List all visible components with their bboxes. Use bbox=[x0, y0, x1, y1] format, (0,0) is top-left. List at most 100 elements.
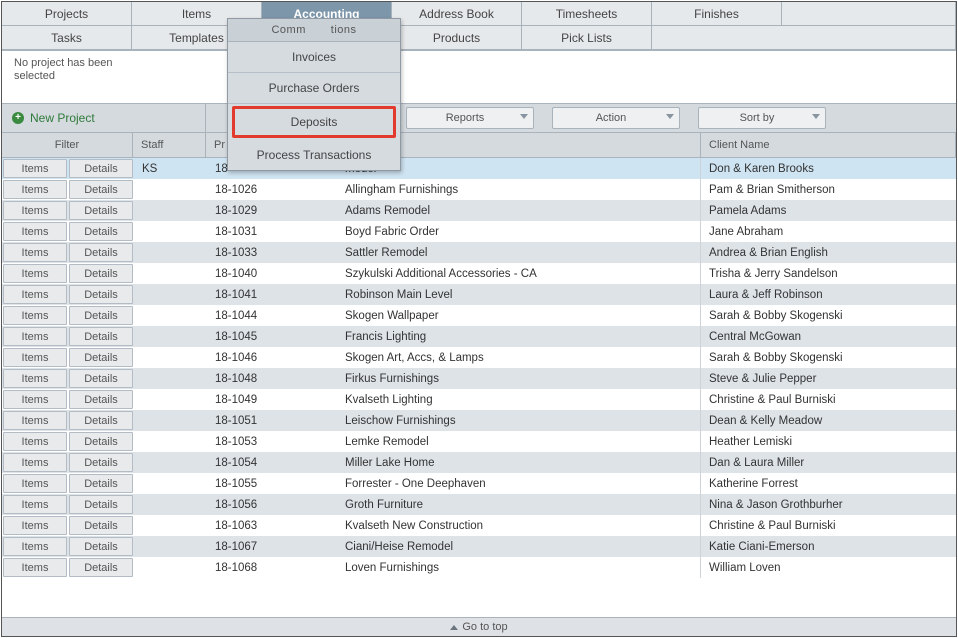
items-button[interactable]: Items bbox=[3, 285, 67, 304]
items-button[interactable]: Items bbox=[3, 306, 67, 325]
table-row[interactable]: ItemsDetails18-1048Firkus FurnishingsSte… bbox=[2, 368, 956, 389]
project-name-cell: Francis Lighting bbox=[337, 326, 701, 347]
project-number-cell: 18-1056 bbox=[207, 494, 337, 515]
filter-header[interactable]: Filter bbox=[2, 133, 133, 157]
staff-cell bbox=[134, 368, 207, 389]
tab-tasks[interactable]: Tasks bbox=[2, 26, 132, 50]
details-button[interactable]: Details bbox=[69, 558, 133, 577]
toolbar: + New Project Reports Action Sort by bbox=[2, 104, 956, 133]
details-button[interactable]: Details bbox=[69, 159, 133, 178]
details-button[interactable]: Details bbox=[69, 495, 133, 514]
table-row[interactable]: ItemsDetails18-1067Ciani/Heise RemodelKa… bbox=[2, 536, 956, 557]
table-row[interactable]: ItemsDetails18-1046Skogen Art, Accs, & L… bbox=[2, 347, 956, 368]
details-button[interactable]: Details bbox=[69, 369, 133, 388]
details-button[interactable]: Details bbox=[69, 264, 133, 283]
client-name-cell: Christine & Paul Burniski bbox=[701, 389, 956, 410]
table-row[interactable]: ItemsDetails18-1026Allingham Furnishings… bbox=[2, 179, 956, 200]
table-row[interactable]: ItemsDetails18-1040Szykulski Additional … bbox=[2, 263, 956, 284]
project-name-cell: Miller Lake Home bbox=[337, 452, 701, 473]
details-button[interactable]: Details bbox=[69, 285, 133, 304]
tab-projects[interactable]: Projects bbox=[2, 2, 132, 26]
tab-address-book[interactable]: Address Book bbox=[392, 2, 522, 26]
table-row[interactable]: ItemsDetails18-1056Groth FurnitureNina &… bbox=[2, 494, 956, 515]
table-row[interactable]: ItemsDetails18-1029Adams RemodelPamela A… bbox=[2, 200, 956, 221]
project-name-cell: Allingham Furnishings bbox=[337, 179, 701, 200]
table-row[interactable]: ItemsDetailsKS18modelDon & Karen Brooks bbox=[2, 158, 956, 179]
items-button[interactable]: Items bbox=[3, 264, 67, 283]
table-row[interactable]: ItemsDetails18-1031Boyd Fabric OrderJane… bbox=[2, 221, 956, 242]
items-button[interactable]: Items bbox=[3, 159, 67, 178]
staff-cell bbox=[134, 284, 207, 305]
details-button[interactable]: Details bbox=[69, 474, 133, 493]
go-to-top-button[interactable]: Go to top bbox=[2, 617, 956, 636]
table-row[interactable]: ItemsDetails18-1063Kvalseth New Construc… bbox=[2, 515, 956, 536]
tab-pick-lists[interactable]: Pick Lists bbox=[522, 26, 652, 50]
table-row[interactable]: ItemsDetails18-1044Skogen WallpaperSarah… bbox=[2, 305, 956, 326]
project-number-cell: 18-1067 bbox=[207, 536, 337, 557]
items-button[interactable]: Items bbox=[3, 558, 67, 577]
table-row[interactable]: ItemsDetails18-1054Miller Lake HomeDan &… bbox=[2, 452, 956, 473]
items-button[interactable]: Items bbox=[3, 180, 67, 199]
menu-item-deposits[interactable]: Deposits bbox=[232, 106, 396, 138]
table-row[interactable]: ItemsDetails18-1045Francis LightingCentr… bbox=[2, 326, 956, 347]
project-number-cell: 18-1051 bbox=[207, 410, 337, 431]
table-row[interactable]: ItemsDetails18-1051Leischow FurnishingsD… bbox=[2, 410, 956, 431]
sortby-dropdown[interactable]: Sort by bbox=[698, 107, 826, 129]
items-button[interactable]: Items bbox=[3, 537, 67, 556]
new-project-button[interactable]: + New Project bbox=[2, 104, 206, 132]
details-button[interactable]: Details bbox=[69, 537, 133, 556]
items-button[interactable]: Items bbox=[3, 516, 67, 535]
details-button[interactable]: Details bbox=[69, 222, 133, 241]
table-row[interactable]: ItemsDetails18-1049Kvalseth LightingChri… bbox=[2, 389, 956, 410]
client-name-cell: Sarah & Bobby Skogenski bbox=[701, 305, 956, 326]
details-button[interactable]: Details bbox=[69, 390, 133, 409]
details-button[interactable]: Details bbox=[69, 201, 133, 220]
tab-products[interactable]: Products bbox=[392, 26, 522, 50]
details-button[interactable]: Details bbox=[69, 348, 133, 367]
table-row[interactable]: ItemsDetails18-1041Robinson Main LevelLa… bbox=[2, 284, 956, 305]
client-name-cell: Christine & Paul Burniski bbox=[701, 515, 956, 536]
details-button[interactable]: Details bbox=[69, 243, 133, 262]
table-row[interactable]: ItemsDetails18-1033Sattler RemodelAndrea… bbox=[2, 242, 956, 263]
action-dropdown[interactable]: Action bbox=[552, 107, 680, 129]
details-button[interactable]: Details bbox=[69, 180, 133, 199]
app-frame: ProjectsItemsAccountingAddress BookTimes… bbox=[1, 1, 957, 637]
tab-timesheets[interactable]: Timesheets bbox=[522, 2, 652, 26]
items-button[interactable]: Items bbox=[3, 327, 67, 346]
items-button[interactable]: Items bbox=[3, 474, 67, 493]
project-name-cell: Skogen Wallpaper bbox=[337, 305, 701, 326]
items-button[interactable]: Items bbox=[3, 222, 67, 241]
project-number-cell: 18-1068 bbox=[207, 557, 337, 578]
items-button[interactable]: Items bbox=[3, 390, 67, 409]
menu-item-purchase-orders[interactable]: Purchase Orders bbox=[228, 73, 400, 104]
staff-header[interactable]: Staff bbox=[133, 133, 206, 157]
table-row[interactable]: ItemsDetails18-1055Forrester - One Deeph… bbox=[2, 473, 956, 494]
tab-finishes[interactable]: Finishes bbox=[652, 2, 782, 26]
items-button[interactable]: Items bbox=[3, 369, 67, 388]
details-button[interactable]: Details bbox=[69, 453, 133, 472]
items-button[interactable]: Items bbox=[3, 243, 67, 262]
details-button[interactable]: Details bbox=[69, 306, 133, 325]
details-button[interactable]: Details bbox=[69, 432, 133, 451]
project-name-cell: Kvalseth Lighting bbox=[337, 389, 701, 410]
details-button[interactable]: Details bbox=[69, 411, 133, 430]
project-name-cell: Sattler Remodel bbox=[337, 242, 701, 263]
menu-item-process-transactions[interactable]: Process Transactions bbox=[228, 140, 400, 170]
menu-item-invoices[interactable]: Invoices bbox=[228, 42, 400, 73]
items-button[interactable]: Items bbox=[3, 432, 67, 451]
details-button[interactable]: Details bbox=[69, 516, 133, 535]
items-button[interactable]: Items bbox=[3, 411, 67, 430]
items-button[interactable]: Items bbox=[3, 348, 67, 367]
client-header[interactable]: Client Name bbox=[701, 133, 956, 157]
project-name-cell: Loven Furnishings bbox=[337, 557, 701, 578]
items-button[interactable]: Items bbox=[3, 201, 67, 220]
table-row[interactable]: ItemsDetails18-1068Loven FurnishingsWill… bbox=[2, 557, 956, 578]
reports-dropdown[interactable]: Reports bbox=[406, 107, 534, 129]
project-number-cell: 18-1046 bbox=[207, 347, 337, 368]
items-button[interactable]: Items bbox=[3, 495, 67, 514]
project-name-cell: Ciani/Heise Remodel bbox=[337, 536, 701, 557]
project-name-cell: Boyd Fabric Order bbox=[337, 221, 701, 242]
items-button[interactable]: Items bbox=[3, 453, 67, 472]
details-button[interactable]: Details bbox=[69, 327, 133, 346]
table-row[interactable]: ItemsDetails18-1053Lemke RemodelHeather … bbox=[2, 431, 956, 452]
